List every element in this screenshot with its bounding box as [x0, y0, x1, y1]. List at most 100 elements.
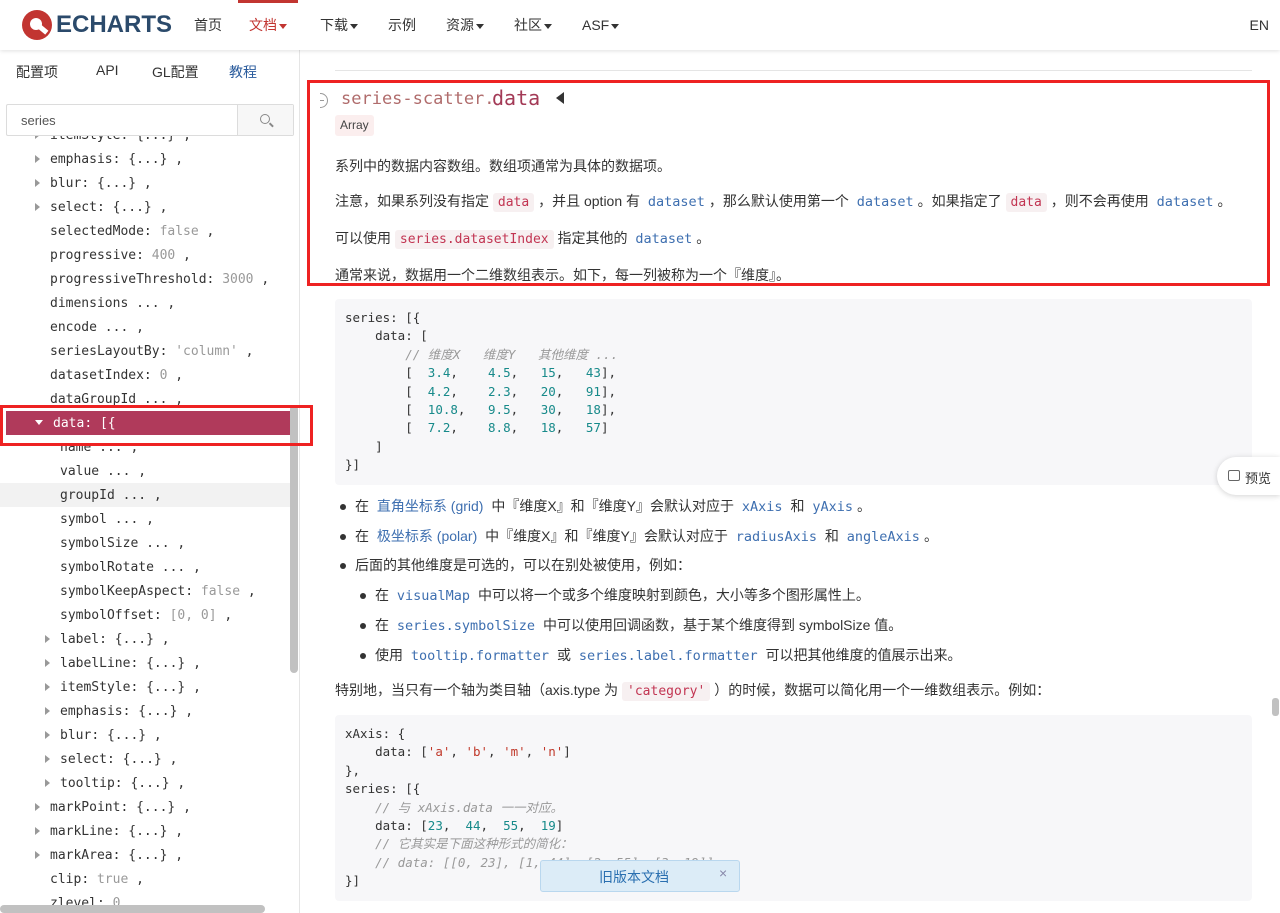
- tree-item-dimensions[interactable]: dimensions ... ,: [0, 291, 290, 315]
- search-button[interactable]: [237, 105, 293, 135]
- nav-home[interactable]: 首页: [194, 0, 222, 50]
- horizontal-scrollbar[interactable]: [0, 905, 265, 913]
- tree-item-serieslayoutby[interactable]: seriesLayoutBy: 'column' ,: [0, 339, 290, 363]
- tree-suffix: : [{: [84, 416, 116, 431]
- caret-right-icon[interactable]: [45, 634, 50, 643]
- tree-scrollbar[interactable]: [290, 405, 298, 673]
- caret-right-icon[interactable]: [35, 802, 40, 811]
- caret-right-icon[interactable]: [45, 682, 50, 691]
- tree-item-progressivethreshold[interactable]: progressiveThreshold: 3000 ,: [0, 267, 290, 291]
- link-yaxis[interactable]: yAxis: [808, 499, 857, 515]
- tree-item-emphasis[interactable]: emphasis: {...} ,: [0, 699, 290, 723]
- link-dataset[interactable]: dataset: [853, 194, 918, 210]
- tree-item-emphasis[interactable]: emphasis: {...} ,: [0, 147, 290, 171]
- tree-key: dimensions: [50, 296, 129, 311]
- tree-item-groupid[interactable]: groupId ... ,: [0, 483, 290, 507]
- tab-tutorial[interactable]: 教程: [229, 62, 257, 82]
- tree-item-markarea[interactable]: markArea: {...} ,: [0, 843, 290, 867]
- tree-key: select: [60, 752, 107, 767]
- search-input[interactable]: [7, 105, 237, 135]
- tab-api[interactable]: API: [96, 62, 119, 78]
- caret-right-icon[interactable]: [35, 850, 40, 859]
- tree-suffix: : {...} ,: [122, 704, 194, 719]
- link-xaxis[interactable]: xAxis: [738, 499, 787, 515]
- collapse-icon[interactable]: [320, 93, 328, 108]
- tree-item-markline[interactable]: markLine: {...} ,: [0, 819, 290, 843]
- tree-item-symbol[interactable]: symbol ... ,: [0, 507, 290, 531]
- tree-item-datasetindex[interactable]: datasetIndex: 0 ,: [0, 363, 290, 387]
- nav-community[interactable]: 社区: [514, 0, 552, 50]
- tree-item-label[interactable]: label: {...} ,: [0, 627, 290, 651]
- tree-item-datagroupid[interactable]: dataGroupId ... ,: [0, 387, 290, 411]
- code-line: },: [345, 762, 361, 778]
- old-docs-banner[interactable]: 旧版本文档 ×: [540, 860, 740, 892]
- close-icon[interactable]: ×: [719, 865, 727, 881]
- nav-asf[interactable]: ASF: [582, 0, 620, 50]
- bullet-polar: 在 极坐标系 (polar) 中『维度X』和『维度Y』会默认对应于 radius…: [355, 528, 938, 545]
- tree-item-selectedmode[interactable]: selectedMode: false ,: [0, 219, 290, 243]
- tree-item-blur[interactable]: blur: {...} ,: [0, 723, 290, 747]
- tree-suffix: ... ,: [114, 488, 162, 503]
- triangle-left-icon[interactable]: [556, 92, 564, 104]
- tree-item-itemstyle[interactable]: itemStyle: {...} ,: [0, 136, 290, 147]
- caret-right-icon[interactable]: [35, 178, 40, 187]
- tree-item-select[interactable]: select: {...} ,: [0, 747, 290, 771]
- link-tooltip-formatter[interactable]: tooltip.formatter: [407, 648, 553, 664]
- nav-docs[interactable]: 文档: [238, 0, 298, 50]
- tree-item-itemstyle[interactable]: itemStyle: {...} ,: [0, 675, 290, 699]
- tree-item-clip[interactable]: clip: true ,: [0, 867, 290, 891]
- tree-item-symbolkeepaspect[interactable]: symbolKeepAspect: false ,: [0, 579, 290, 603]
- tree-key: dataGroupId: [50, 392, 137, 407]
- tree-item-symbolrotate[interactable]: symbolRotate ... ,: [0, 555, 290, 579]
- caret-right-icon[interactable]: [45, 778, 50, 787]
- caret-right-icon[interactable]: [45, 706, 50, 715]
- nav-resources[interactable]: 资源: [446, 0, 484, 50]
- caret-right-icon[interactable]: [35, 202, 40, 211]
- tree-item-select[interactable]: select: {...} ,: [0, 195, 290, 219]
- link-dataset[interactable]: dataset: [644, 194, 709, 210]
- caret-right-icon[interactable]: [35, 154, 40, 163]
- language-switch[interactable]: EN: [1250, 0, 1269, 50]
- link-radiusaxis[interactable]: radiusAxis: [732, 529, 821, 545]
- tree-item-symbolsize[interactable]: symbolSize ... ,: [0, 531, 290, 555]
- caret-right-icon[interactable]: [45, 730, 50, 739]
- nav-examples[interactable]: 示例: [388, 0, 416, 50]
- tree-item-name[interactable]: name ... ,: [0, 435, 290, 459]
- page-scrollbar[interactable]: [1272, 698, 1279, 716]
- tree-item-symboloffset[interactable]: symbolOffset: [0, 0] ,: [0, 603, 290, 627]
- caret-down-icon[interactable]: [35, 420, 43, 426]
- tree-default-value: false: [200, 584, 241, 599]
- sidebar: 配置项 API GL配置 教程 itemStyle: {...} ,emphas…: [0, 50, 300, 913]
- caret-right-icon[interactable]: [35, 826, 40, 835]
- tree-item-progressive[interactable]: progressive: 400 ,: [0, 243, 290, 267]
- code-line: [ 7.2, 8.8, 18, 57]: [345, 420, 609, 436]
- tree-suffix: ... ,: [91, 440, 139, 455]
- link-polar[interactable]: 极坐标系 (polar): [373, 528, 481, 544]
- tree-item-encode[interactable]: encode ... ,: [0, 315, 290, 339]
- tree-key: groupId: [60, 488, 115, 503]
- caret-right-icon[interactable]: [45, 754, 50, 763]
- link-angleaxis[interactable]: angleAxis: [843, 529, 924, 545]
- tree-item-blur[interactable]: blur: {...} ,: [0, 171, 290, 195]
- tree-item-data[interactable]: data: [{: [6, 411, 291, 435]
- tab-option[interactable]: 配置项: [16, 62, 58, 82]
- caret-right-icon[interactable]: [35, 136, 40, 139]
- link-symbolsize[interactable]: series.symbolSize: [393, 618, 539, 634]
- tab-gl-option[interactable]: GL配置: [152, 62, 199, 82]
- nav-download[interactable]: 下载: [320, 0, 358, 50]
- link-dataset[interactable]: dataset: [631, 231, 696, 247]
- link-visualmap[interactable]: visualMap: [393, 588, 474, 604]
- link-label-formatter[interactable]: series.label.formatter: [575, 648, 762, 664]
- link-grid[interactable]: 直角坐标系 (grid): [373, 498, 488, 514]
- echarts-logo[interactable]: ECHARTS: [22, 9, 172, 41]
- tree-item-markpoint[interactable]: markPoint: {...} ,: [0, 795, 290, 819]
- top-navbar: ECHARTS 首页 文档 下载 示例 资源 社区 ASF EN: [0, 0, 1280, 50]
- tree-item-tooltip[interactable]: tooltip: {...} ,: [0, 771, 290, 795]
- tree-key: blur: [60, 728, 92, 743]
- caret-right-icon[interactable]: [45, 658, 50, 667]
- tree-item-value[interactable]: value ... ,: [0, 459, 290, 483]
- tree-item-labelline[interactable]: labelLine: {...} ,: [0, 651, 290, 675]
- caret-down-icon: [476, 23, 484, 29]
- preview-button[interactable]: 预览: [1217, 457, 1280, 495]
- link-dataset[interactable]: dataset: [1153, 194, 1218, 210]
